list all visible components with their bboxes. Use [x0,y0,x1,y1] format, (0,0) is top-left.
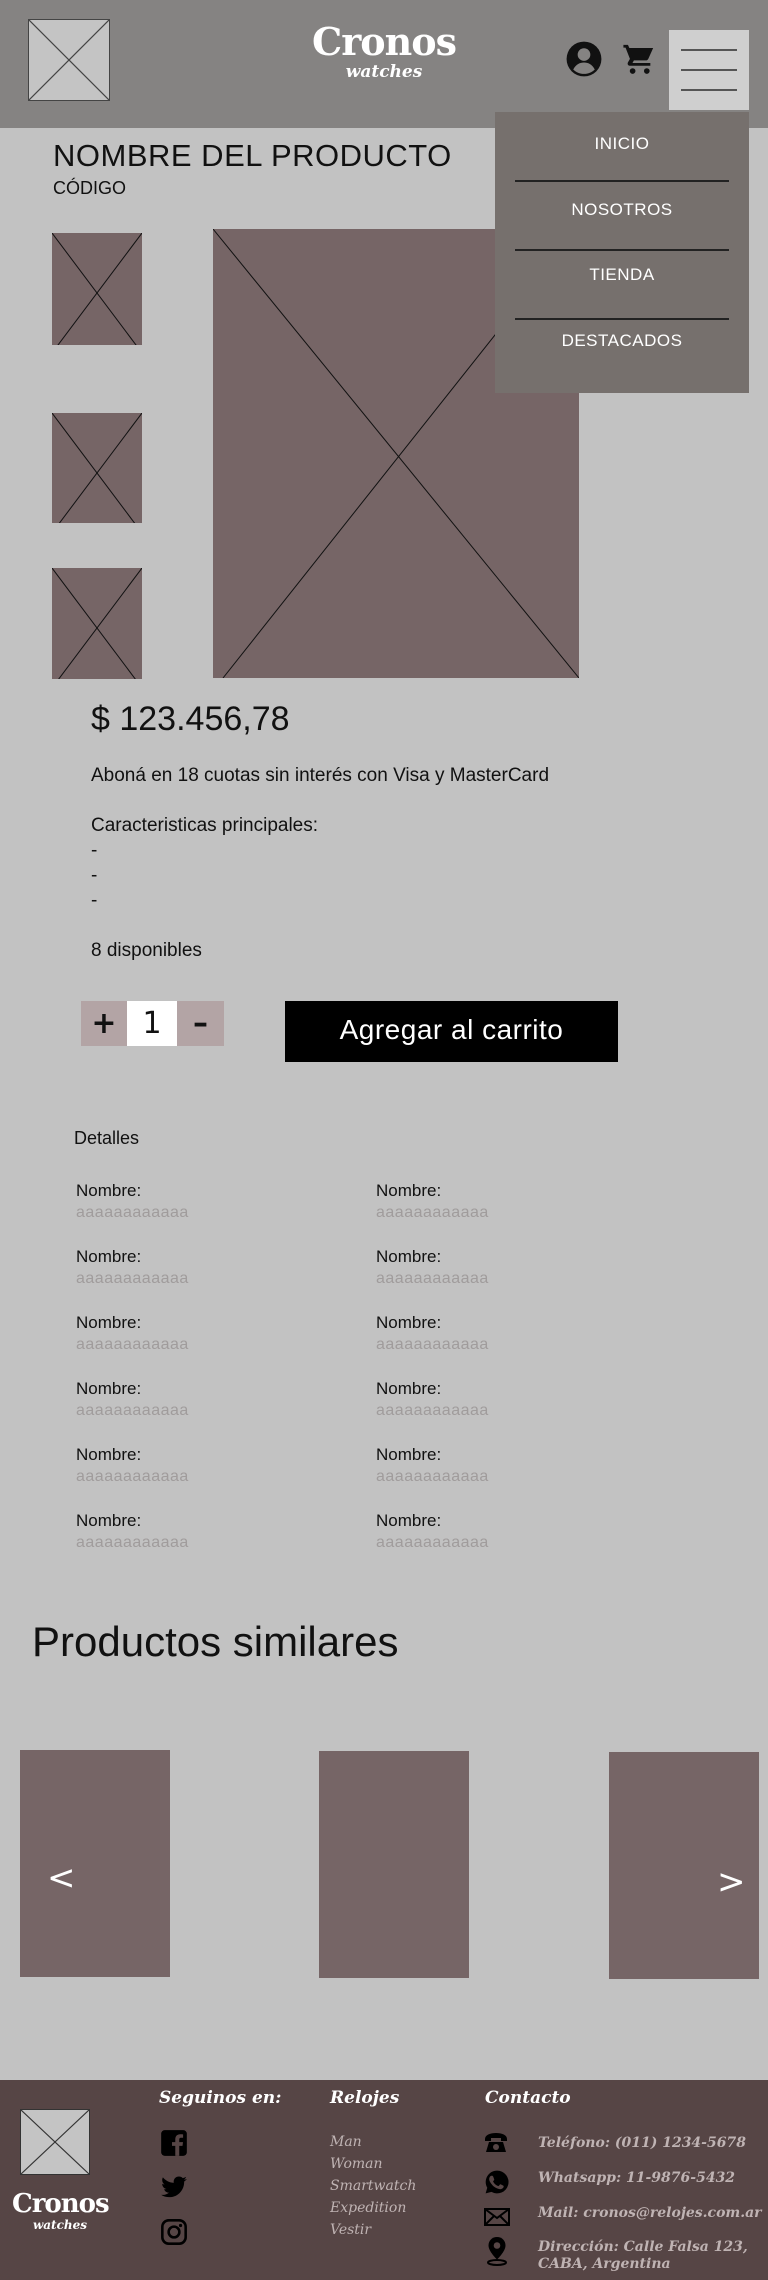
features-title: Caracteristicas principales: [91,815,319,836]
detail-value: aaaaaaaaaaaa [76,1534,189,1551]
detail-label: Nombre: [376,1247,442,1266]
similar-products-title: Productos similares [32,1618,399,1665]
detail-value: aaaaaaaaaaaa [376,1468,489,1485]
facebook-icon[interactable] [160,2129,188,2157]
feature-item: - [91,865,98,886]
product-thumbnail[interactable] [52,233,142,345]
quantity-stepper: + 1 – [81,1001,224,1046]
location-icon [486,2236,508,2266]
feature-item: - [91,840,98,861]
whatsapp-icon[interactable] [484,2169,510,2195]
product-price: $ 123.456,78 [91,700,290,738]
brand-logo[interactable]: Cronos watches [300,19,468,83]
footer-contact-title: Contacto [485,2088,571,2108]
detail-value: aaaaaaaaaaaa [376,1204,489,1221]
logo-placeholder-image[interactable] [28,19,110,101]
footer-link-man[interactable]: Man [330,2131,362,2153]
detail-label: Nombre: [76,1247,142,1266]
footer-watches-title: Relojes [330,2088,400,2108]
product-code: CÓDIGO [53,178,127,198]
details-title: Detalles [74,1128,140,1148]
footer-brand: Cronos watches [12,2189,110,2232]
user-icon[interactable] [565,40,603,78]
quantity-increase-button[interactable]: + [81,1001,127,1046]
detail-value: aaaaaaaaaaaa [76,1204,189,1221]
product-thumbnail[interactable] [52,413,142,523]
detail-label: Nombre: [376,1445,442,1464]
instagram-icon[interactable] [160,2218,188,2246]
menu-item-nosotros[interactable]: NOSOTROS [515,178,729,242]
detail-value: aaaaaaaaaaaa [376,1402,489,1419]
footer-logo-placeholder-image [20,2109,90,2175]
detail-label: Nombre: [76,1445,142,1464]
menu-item-inicio[interactable]: INICIO [515,112,729,176]
menu-item-tienda[interactable]: TIENDA [515,243,729,307]
detail-value: aaaaaaaaaaaa [76,1468,189,1485]
detail-label: Nombre: [76,1511,142,1530]
detail-value: aaaaaaaaaaaa [76,1402,189,1419]
detail-value: aaaaaaaaaaaa [76,1336,189,1353]
contact-whatsapp-text: Whatsapp: 11-9876-5432 [538,2170,736,2186]
footer-brand-name: Cronos [12,2189,110,2219]
installments-text: Aboná en 18 cuotas sin interés con Visa … [91,765,550,786]
menu-icon[interactable] [669,30,749,110]
feature-item: - [91,890,98,911]
similar-product-card[interactable] [20,1750,170,1977]
brand-subtitle: watches [345,62,423,82]
menu-line [681,69,737,71]
menu-line [681,49,737,51]
brand-name: Cronos [312,19,457,64]
phone-icon [483,2132,509,2154]
detail-label: Nombre: [76,1313,142,1332]
add-to-cart-button[interactable]: Agregar al carrito [285,1001,618,1062]
detail-value: aaaaaaaaaaaa [376,1336,489,1353]
detail-label: Nombre: [76,1379,142,1398]
twitter-icon[interactable] [160,2173,188,2201]
carousel-next-button[interactable]: > [717,1862,746,1902]
product-thumbnail[interactable] [52,568,142,679]
stock-text: 8 disponibles [91,940,202,961]
detail-value: aaaaaaaaaaaa [76,1270,189,1287]
detail-label: Nombre: [376,1181,442,1200]
detail-label: Nombre: [376,1313,442,1332]
contact-address-text: Dirección: Calle Falsa 123, CABA, Argent… [538,2239,748,2272]
mail-icon[interactable] [484,2208,510,2226]
menu-item-destacados[interactable]: DESTACADOS [515,309,729,373]
detail-value: aaaaaaaaaaaa [376,1270,489,1287]
detail-label: Nombre: [376,1379,442,1398]
cart-icon[interactable] [622,42,656,76]
detail-value: aaaaaaaaaaaa [376,1534,489,1551]
contact-phone-text: Teléfono: (011) 1234-5678 [538,2135,746,2151]
footer-link-woman[interactable]: Woman [330,2153,383,2175]
footer-link-vestir[interactable]: Vestir [330,2219,371,2241]
product-title: NOMBRE DEL PRODUCTO [53,138,452,173]
nav-menu-items: INICIO NOSOTROS TIENDA DESTACADOS [495,112,749,393]
detail-label: Nombre: [76,1181,142,1200]
menu-line [681,89,737,91]
footer-link-expedition[interactable]: Expedition [330,2197,406,2219]
footer-brand-subtitle: watches [32,2218,88,2232]
quantity-value[interactable]: 1 [127,1001,177,1046]
similar-product-card[interactable] [319,1751,469,1978]
footer-link-smartwatch[interactable]: Smartwatch [330,2175,416,2197]
footer-social-title: Seguinos en: [159,2088,282,2108]
detail-label: Nombre: [376,1511,442,1530]
quantity-decrease-button[interactable]: – [177,1001,224,1046]
contact-mail-text: Mail: cronos@relojes.com.ar [538,2205,762,2221]
carousel-prev-button[interactable]: < [47,1858,76,1898]
